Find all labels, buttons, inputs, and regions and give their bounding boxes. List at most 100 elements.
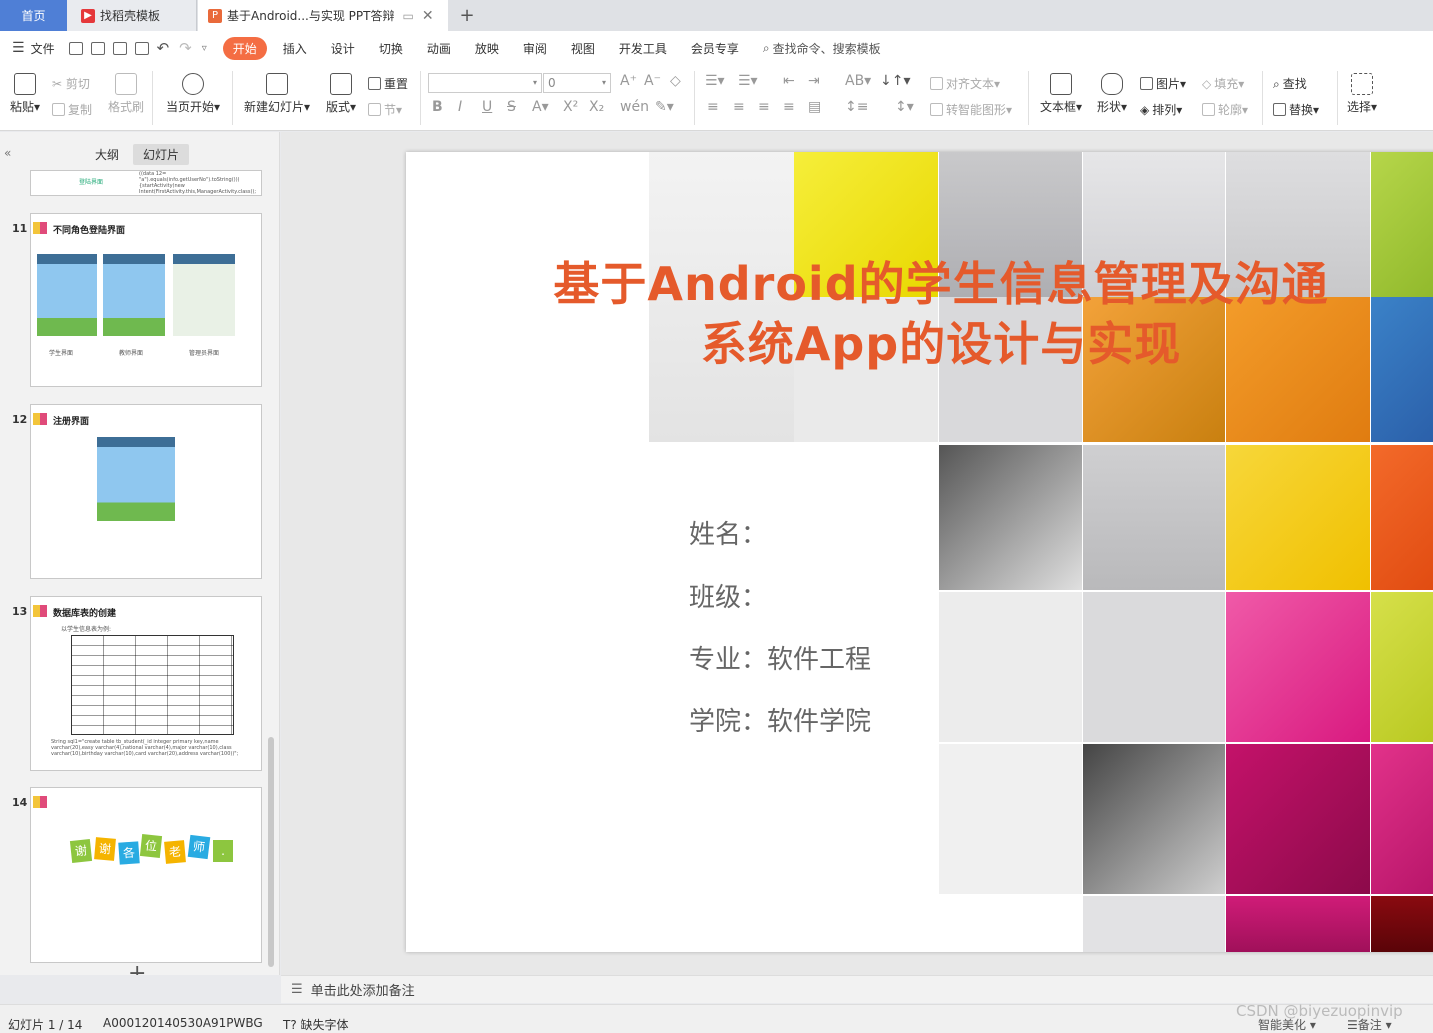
print-icon[interactable]: [112, 41, 127, 55]
menu-insert[interactable]: 插入: [283, 40, 307, 57]
info-major[interactable]: 专业：软件工程: [689, 639, 871, 676]
format-painter-button[interactable]: 格式刷: [106, 73, 146, 115]
smart-beautify-label: 智能美化: [1258, 1018, 1307, 1032]
redo-icon[interactable]: ↷: [179, 39, 192, 57]
cut-button[interactable]: ✂ 剪切: [52, 75, 90, 92]
bg-tile: [1226, 445, 1370, 590]
increase-font-icon[interactable]: A⁺: [620, 73, 637, 89]
menu-home[interactable]: 开始: [222, 36, 267, 60]
smart-art-button[interactable]: 转智能图形▾: [930, 101, 1012, 118]
tab-templates-label: 找稻壳模板: [100, 9, 161, 23]
paste-button[interactable]: 粘贴▾: [8, 73, 42, 115]
play-from-current-label: 当页开始: [165, 100, 214, 114]
notes-pane[interactable]: ☰ 单击此处添加备注: [281, 975, 1433, 1003]
export-icon[interactable]: [134, 41, 149, 55]
tab-templates[interactable]: ▶ 找稻壳模板: [67, 0, 197, 31]
menu-file[interactable]: 文件: [31, 40, 55, 57]
reset-button[interactable]: 重置: [368, 75, 408, 92]
decrease-font-icon[interactable]: A⁻: [644, 73, 661, 89]
pin-icon[interactable]: ▭: [402, 9, 413, 23]
align-text-button[interactable]: 对齐文本▾: [930, 75, 1000, 92]
info-college[interactable]: 学院：软件学院: [689, 701, 871, 738]
info-name[interactable]: 姓名：: [689, 514, 767, 551]
menu-view[interactable]: 视图: [571, 40, 595, 57]
collapse-panel-icon[interactable]: «: [4, 146, 11, 160]
highlight-icon[interactable]: ✎▾: [655, 99, 674, 115]
info-class[interactable]: 班级：: [689, 577, 767, 614]
save-icon[interactable]: [68, 41, 83, 55]
quick-access-more-icon[interactable]: ▿: [202, 43, 207, 54]
slide-thumbnail-11[interactable]: 不同角色登陆界面 学生界面 教师界面 管理员界面: [30, 213, 262, 387]
font-color-icon[interactable]: A▾: [532, 99, 549, 115]
menu-developer[interactable]: 开发工具: [619, 40, 667, 57]
slide-thumbnail-12[interactable]: 注册界面: [30, 404, 262, 579]
distribute-icon[interactable]: ▤: [808, 99, 821, 115]
slide-thumbnail-10[interactable]: 登陆界面 ((data 12= "a").equals(info.getUser…: [30, 170, 262, 196]
menu-slideshow[interactable]: 放映: [475, 40, 499, 57]
slide-thumbnail-13[interactable]: 数据库表的创建 以学生信息表为例: String sql1="create ta…: [30, 596, 262, 771]
layout-icon: [330, 73, 352, 95]
slide-thumbnail-14[interactable]: 谢 谢 各 位 老 师 .: [30, 787, 262, 963]
bullet-list-icon[interactable]: ☰▾: [705, 73, 725, 89]
text-box-button[interactable]: 文本框▾: [1038, 73, 1084, 115]
menu-design[interactable]: 设计: [331, 40, 355, 57]
fill-button[interactable]: ◇ 填充▾: [1202, 75, 1244, 92]
clear-format-icon[interactable]: ◇: [670, 73, 681, 89]
font-name-select[interactable]: ▾: [428, 73, 542, 93]
tab-outline[interactable]: 大纲: [85, 144, 129, 165]
menu-review[interactable]: 审阅: [523, 40, 547, 57]
phonetic-icon[interactable]: wén: [620, 99, 649, 115]
bg-tile: [1371, 896, 1433, 952]
find-button[interactable]: ⌕ 查找: [1273, 75, 1307, 92]
align-right-icon[interactable]: ≡: [758, 99, 770, 115]
picture-button[interactable]: 图片▾: [1140, 75, 1186, 92]
section-button[interactable]: 节▾: [368, 101, 402, 118]
menu-transition[interactable]: 切换: [379, 40, 403, 57]
increase-indent-icon[interactable]: ⇥: [808, 73, 820, 89]
paragraph-spacing-icon[interactable]: ↕▾: [895, 99, 914, 115]
text-direction-icon[interactable]: AB▾: [845, 73, 871, 89]
replace-button[interactable]: 替换▾: [1273, 101, 1319, 118]
underline-icon[interactable]: U: [482, 99, 492, 115]
outline-button[interactable]: 轮廓▾: [1202, 101, 1248, 118]
hamburger-icon[interactable]: ☰: [12, 40, 25, 56]
strikethrough-icon[interactable]: S: [507, 99, 516, 115]
missing-font-button[interactable]: T? 缺失字体: [283, 1016, 349, 1033]
sort-icon[interactable]: ↓↑▾: [880, 73, 911, 89]
shape-button[interactable]: 形状▾: [1095, 73, 1129, 115]
close-tab-icon[interactable]: ✕: [422, 8, 434, 24]
new-tab-button[interactable]: +: [456, 0, 478, 31]
tab-slides[interactable]: 幻灯片: [133, 144, 190, 165]
align-left-icon[interactable]: ≡: [707, 99, 719, 115]
thumb-decoration: [33, 605, 47, 617]
tab-document[interactable]: P 基于Android...与实现 PPT答辩 ▭ ✕: [198, 0, 448, 31]
superscript-icon[interactable]: X²: [563, 99, 578, 115]
decrease-indent-icon[interactable]: ⇤: [783, 73, 795, 89]
print-preview-icon[interactable]: [90, 41, 105, 55]
line-spacing-icon[interactable]: ↕≡: [845, 99, 868, 115]
copy-button[interactable]: 复制: [52, 101, 92, 118]
play-from-current-button[interactable]: 当页开始▾: [163, 73, 223, 115]
tab-home[interactable]: 首页: [0, 0, 67, 31]
slide-title[interactable]: 基于Android的学生信息管理及沟通 系统App的设计与实现: [501, 254, 1381, 374]
command-search[interactable]: ⌕ 查找命令、搜索模板: [763, 40, 881, 57]
align-center-icon[interactable]: ≡: [733, 99, 745, 115]
menu-member[interactable]: 会员专享: [691, 40, 739, 57]
notes-toggle-label: 备注: [1357, 1018, 1382, 1032]
menu-animation[interactable]: 动画: [427, 40, 451, 57]
subscript-icon[interactable]: X₂: [589, 99, 604, 115]
layout-button[interactable]: 版式▾: [323, 73, 359, 115]
ribbon-toolbar: 粘贴▾ ✂ 剪切 复制 格式刷 当页开始▾ 新建幻灯片▾ 版式▾ 重置 节▾ ▾…: [0, 65, 1433, 131]
current-slide[interactable]: 基于Android的学生信息管理及沟通 系统App的设计与实现 姓名： 班级： …: [406, 152, 1433, 952]
font-size-select[interactable]: 0 ▾: [543, 73, 611, 93]
numbered-list-icon[interactable]: ☰▾: [738, 73, 758, 89]
italic-icon[interactable]: I: [458, 99, 462, 115]
bold-icon[interactable]: B: [432, 99, 443, 115]
new-slide-button[interactable]: 新建幻灯片▾: [242, 73, 312, 115]
theme-name[interactable]: A000120140530A91PWBG: [103, 1016, 263, 1030]
panel-scrollbar[interactable]: [268, 737, 274, 967]
arrange-button[interactable]: ◈ 排列▾: [1140, 101, 1182, 118]
justify-icon[interactable]: ≡: [783, 99, 795, 115]
select-button[interactable]: 选择▾: [1345, 73, 1379, 115]
undo-icon[interactable]: ↶: [157, 39, 170, 57]
